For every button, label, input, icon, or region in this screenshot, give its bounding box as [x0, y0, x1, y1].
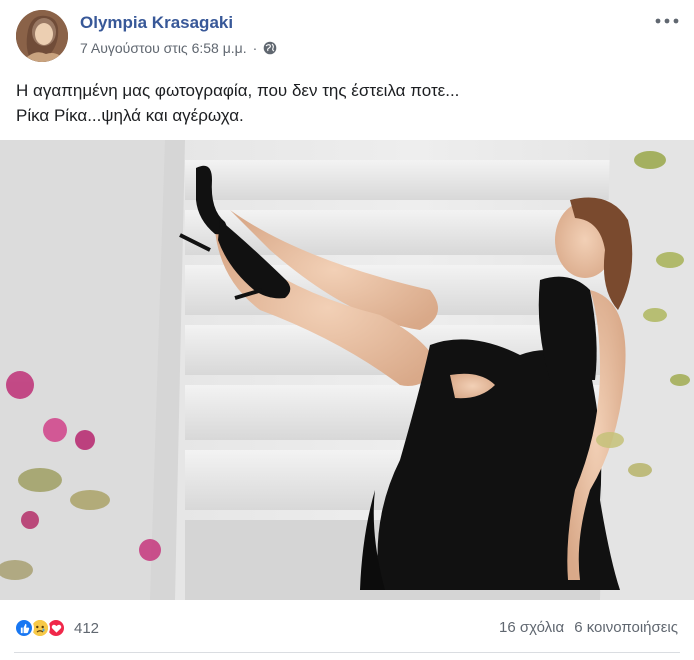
post-text-line-2: Ρίκα Ρίκα...ψηλά και αγέρωχα.: [16, 106, 244, 125]
post-text: Η αγαπημένη μας φωτογραφία, που δεν της …: [16, 78, 676, 128]
author-avatar[interactable]: [16, 10, 68, 62]
author-name-link[interactable]: Olympia Krasagaki: [80, 13, 233, 33]
like-icon: [14, 618, 34, 638]
post-text-line-1: Η αγαπημένη μας φωτογραφία, που δεν της …: [16, 81, 460, 100]
globe-icon[interactable]: [263, 41, 277, 55]
meta-separator: ·: [252, 40, 258, 56]
comments-count-link[interactable]: 16 σχόλια: [499, 619, 564, 636]
post-stats: 16 σχόλια 6 κοινοποιήσεις: [499, 619, 678, 636]
post-timestamp[interactable]: 7 Αυγούστου στις 6:58 μ.μ.: [80, 40, 247, 56]
more-options-icon[interactable]: [654, 14, 680, 26]
reactions-summary[interactable]: 412: [14, 617, 99, 639]
shares-count-link[interactable]: 6 κοινοποιήσεις: [574, 619, 678, 636]
post-meta: 7 Αυγούστου στις 6:58 μ.μ. ·: [80, 40, 277, 56]
facebook-post: Olympia Krasagaki 7 Αυγούστου στις 6:58 …: [0, 0, 694, 660]
footer-divider: [14, 652, 680, 653]
post-photo[interactable]: [0, 140, 694, 600]
reaction-count[interactable]: 412: [74, 620, 99, 637]
